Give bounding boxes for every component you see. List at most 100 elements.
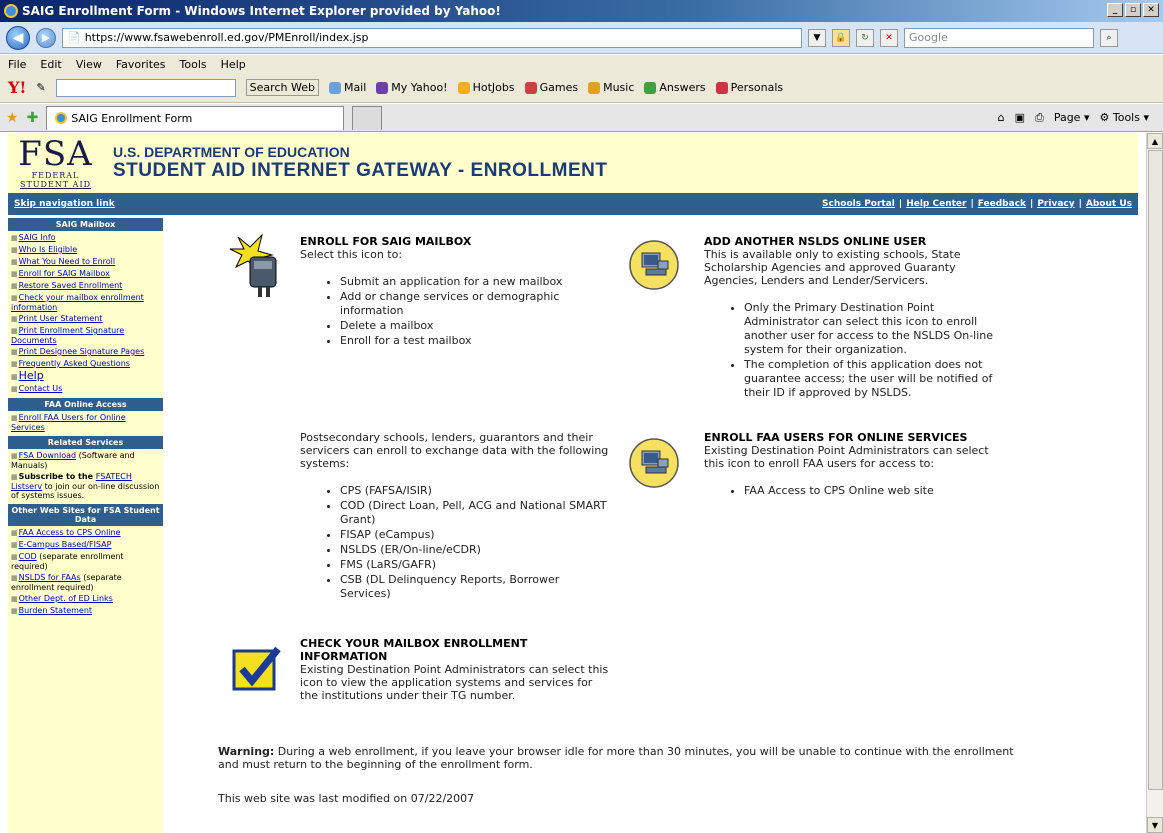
menu-edit[interactable]: Edit — [40, 58, 61, 71]
nav-link[interactable]: FAA Access to CPS Online — [19, 528, 121, 537]
pencil-icon[interactable]: ✎ — [36, 81, 45, 94]
nav-item: ▦SAIG Info — [8, 233, 163, 243]
bullet-icon: ▦ — [11, 315, 18, 323]
nav-link[interactable]: Frequently Asked Questions — [19, 359, 130, 368]
toolbar-item-personals[interactable]: Personals — [715, 81, 783, 94]
scroll-up-icon[interactable]: ▲ — [1147, 133, 1163, 149]
vertical-scrollbar[interactable]: ▲ ▼ — [1146, 133, 1163, 833]
link-about-us[interactable]: About Us — [1086, 199, 1132, 209]
faa-users-section: ENROLL FAA USERS FOR ONLINE SERVICES Exi… — [704, 431, 994, 499]
url-field[interactable]: 📄 https://www.fsawebenroll.ed.gov/PMEnro… — [62, 27, 802, 48]
nav-link[interactable]: Help — [19, 369, 44, 382]
menu-help[interactable]: Help — [221, 58, 246, 71]
checkmark-icon[interactable] — [232, 645, 284, 696]
tools-menu[interactable]: ⚙ Tools ▾ — [1099, 111, 1149, 124]
bullet-icon: ▦ — [11, 246, 18, 254]
print-icon[interactable]: ⎙ — [1035, 111, 1044, 125]
maximize-button[interactable]: ▫ — [1125, 3, 1141, 17]
forward-button[interactable]: ▶ — [36, 27, 56, 48]
link-privacy[interactable]: Privacy — [1037, 199, 1074, 209]
toolbar-item-myyahoo[interactable]: My Yahoo! — [376, 81, 448, 94]
site-header: FSA FEDERAL STUDENT AID U.S. DEPARTMENT … — [8, 133, 1138, 193]
toolbar-item-mail[interactable]: Mail — [328, 81, 366, 94]
nav-link[interactable]: Burden Statement — [19, 606, 92, 615]
nslds-computer-icon[interactable] — [628, 239, 680, 294]
page-content: FSA FEDERAL STUDENT AID U.S. DEPARTMENT … — [8, 133, 1138, 833]
toolbar-item-hotjobs[interactable]: HotJobs — [457, 81, 515, 94]
search-input[interactable]: Google — [904, 27, 1094, 48]
menu-view[interactable]: View — [76, 58, 102, 71]
new-tab-button[interactable] — [352, 105, 383, 130]
page-menu[interactable]: Page ▾ — [1054, 111, 1090, 124]
nav-link[interactable]: What You Need to Enroll — [19, 257, 116, 266]
close-button[interactable]: ✕ — [1143, 3, 1159, 17]
scroll-thumb[interactable] — [1148, 150, 1163, 790]
stop-icon[interactable]: ✕ — [880, 28, 898, 47]
lock-icon[interactable]: 🔒 — [832, 28, 850, 47]
nav-link[interactable]: E-Campus Based/FISAP — [19, 540, 112, 549]
nav-link[interactable]: Print Enrollment Signature Documents — [11, 326, 124, 345]
nav-link[interactable]: Enroll for SAIG Mailbox — [19, 269, 110, 278]
nav-link[interactable]: SAIG Info — [19, 233, 56, 242]
nav-link[interactable]: NSLDS for FAAs — [19, 573, 81, 582]
nav-item: ▦Contact Us — [8, 384, 163, 394]
check-info-title[interactable]: CHECK YOUR MAILBOX ENROLLMENT INFORMATIO… — [300, 637, 610, 663]
link-feedback[interactable]: Feedback — [978, 199, 1026, 209]
home-icon[interactable]: ⌂ — [998, 111, 1005, 124]
search-web-button[interactable]: Search Web — [245, 79, 319, 96]
menu-bar: File Edit View Favorites Tools Help — [0, 55, 1163, 73]
mailbox-icon[interactable] — [228, 233, 288, 300]
nav-link[interactable]: Print Designee Signature Pages — [19, 347, 145, 356]
nav-item: ▦Frequently Asked Questions — [8, 359, 163, 369]
enroll-mailbox-title[interactable]: ENROLL FOR SAIG MAILBOX — [300, 235, 600, 248]
tab-saig-enrollment[interactable]: SAIG Enrollment Form — [46, 105, 345, 130]
dept-name: U.S. DEPARTMENT OF EDUCATION — [113, 144, 350, 160]
nav-link[interactable]: COD — [19, 552, 37, 561]
minimize-button[interactable]: _ — [1107, 3, 1123, 17]
nav-link[interactable]: Who Is Eligible — [19, 245, 78, 254]
toolbar-item-music[interactable]: Music — [588, 81, 634, 94]
nav-link[interactable]: FSA Download — [19, 451, 76, 460]
bullet-icon: ▦ — [11, 258, 18, 266]
toolbar-item-answers[interactable]: Answers — [644, 81, 706, 94]
nav-link[interactable]: Other Dept. of ED Links — [19, 594, 113, 603]
systems-section: Postsecondary schools, lenders, guaranto… — [300, 431, 610, 602]
scroll-down-icon[interactable]: ▼ — [1147, 817, 1163, 833]
yahoo-search-input[interactable] — [55, 78, 236, 97]
refresh-icon[interactable]: ↻ — [856, 28, 874, 47]
add-favorites-icon[interactable]: ✚ — [27, 110, 39, 126]
tab-bar: ★ ✚ SAIG Enrollment Form ⌂ ▣ ⎙ Page ▾ ⚙ … — [0, 104, 1163, 132]
nav-item: ▦Print Enrollment Signature Documents — [8, 326, 163, 345]
nav-section-heading: FAA Online Access — [8, 398, 163, 411]
nav-item: ▦Subscribe to the FSATECH Listserv to jo… — [8, 472, 163, 500]
nav-link[interactable]: Contact Us — [19, 384, 63, 393]
nav-link[interactable]: Print User Statement — [19, 314, 103, 323]
answers-icon — [644, 81, 657, 94]
menu-favorites[interactable]: Favorites — [116, 58, 166, 71]
nav-link[interactable]: Restore Saved Enrollment — [19, 281, 123, 290]
yahoo-logo[interactable]: Y! — [8, 78, 26, 97]
bullet-icon: ▦ — [11, 607, 18, 615]
nav-link[interactable]: Check your mailbox enrollment informatio… — [11, 293, 144, 312]
faa-users-title[interactable]: ENROLL FAA USERS FOR ONLINE SERVICES — [704, 431, 994, 444]
feeds-icon[interactable]: ▣ — [1015, 111, 1025, 124]
skip-nav-link[interactable]: Skip navigation link — [14, 199, 115, 209]
nslds-user-title[interactable]: ADD ANOTHER NSLDS ONLINE USER — [704, 235, 994, 248]
url-dropdown-icon[interactable]: ▼ — [808, 28, 826, 47]
back-button[interactable]: ◀ — [6, 25, 30, 50]
menu-file[interactable]: File — [8, 58, 26, 71]
link-help-center[interactable]: Help Center — [906, 199, 966, 209]
menu-tools[interactable]: Tools — [180, 58, 207, 71]
nav-section-heading: Related Services — [8, 436, 163, 449]
site-title: STUDENT AID INTERNET GATEWAY - ENROLLMEN… — [113, 160, 608, 181]
fsa-logo[interactable]: FSA FEDERAL STUDENT AID — [8, 133, 103, 193]
ie-logo-icon — [4, 4, 18, 18]
search-icon[interactable]: ⌕ — [1100, 28, 1118, 47]
enroll-mailbox-section: ENROLL FOR SAIG MAILBOX Select this icon… — [300, 235, 600, 349]
toolbar-item-games[interactable]: Games — [524, 81, 578, 94]
faa-computer-icon[interactable] — [628, 437, 680, 492]
favorites-star-icon[interactable]: ★ — [6, 110, 19, 126]
nav-item: ▦Other Dept. of ED Links — [8, 594, 163, 604]
nav-link[interactable]: Enroll FAA Users for Online Services — [11, 413, 126, 432]
link-schools-portal[interactable]: Schools Portal — [822, 199, 895, 209]
